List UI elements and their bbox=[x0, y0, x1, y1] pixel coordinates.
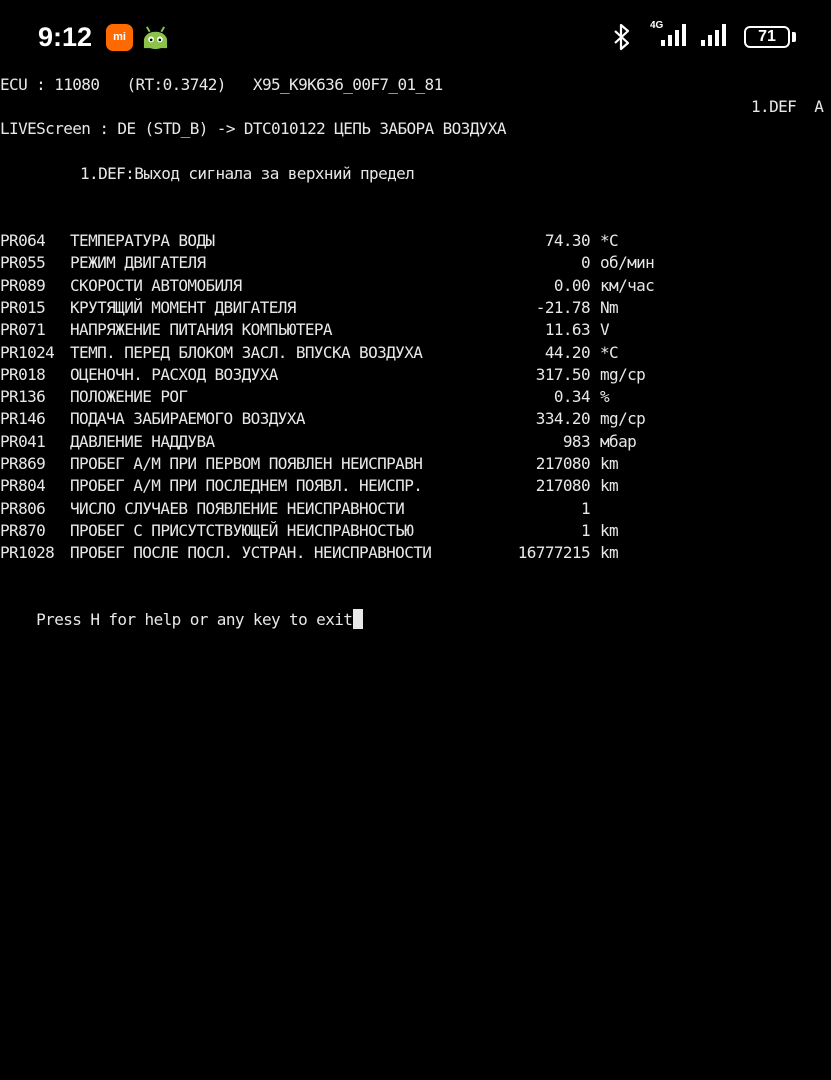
param-value: -21.78 bbox=[535, 297, 591, 317]
param-name: НАПРЯЖЕНИЕ ПИТАНИЯ КОМПЬЮТЕРА bbox=[70, 320, 333, 340]
param-row: PR1024 ТЕМП. ПЕРЕД БЛОКОМ ЗАСЛ. ВПУСКА ВО… bbox=[0, 342, 831, 364]
param-name: СКОРОСТИ АВТОМОБИЛЯ bbox=[70, 275, 242, 295]
param-row: PR136 ПОЛОЖЕНИЕ РОГ 0.34% bbox=[0, 386, 831, 408]
param-code: PR018 bbox=[0, 364, 46, 384]
def-description: 1.DEF:Выход сигнала за верхний предел bbox=[80, 164, 415, 183]
param-value: 334.20 bbox=[535, 409, 591, 429]
param-name: ЧИСЛО СЛУЧАЕВ ПОЯВЛЕНИЕ НЕИСПРАВНОСТИ bbox=[70, 498, 405, 518]
android-app-icon bbox=[143, 26, 168, 50]
param-code: PR055 bbox=[0, 253, 46, 273]
param-value: 0.34 bbox=[553, 387, 591, 407]
param-unit: mg/cp bbox=[600, 409, 646, 429]
param-code: PR071 bbox=[0, 320, 46, 340]
param-unit: Nm bbox=[600, 297, 619, 317]
param-value: 44.20 bbox=[544, 342, 591, 362]
param-name: РЕЖИМ ДВИГАТЕЛЯ bbox=[70, 253, 206, 273]
prompt-text: Press H for help or any key to exit bbox=[36, 610, 353, 629]
signal-strength-icon bbox=[661, 24, 686, 46]
param-code: PR804 bbox=[0, 476, 46, 496]
param-name: КРУТЯЩИЙ МОМЕНТ ДВИГАТЕЛЯ bbox=[70, 297, 296, 317]
param-name: ПОЛОЖЕНИЕ РОГ bbox=[70, 387, 188, 407]
param-row: PR869 ПРОБЕГ А/М ПРИ ПЕРВОМ ПОЯВЛЕН НЕИСП… bbox=[0, 453, 831, 475]
battery-level: 71 bbox=[758, 28, 776, 45]
param-value: 0.00 bbox=[553, 275, 591, 295]
param-value: 74.30 bbox=[544, 231, 591, 250]
param-unit: km bbox=[600, 476, 619, 496]
param-value: 317.50 bbox=[535, 364, 591, 384]
param-code: PR064 bbox=[0, 231, 46, 250]
param-code: PR015 bbox=[0, 297, 46, 317]
param-row: PR1028 ПРОБЕГ ПОСЛЕ ПОСЛ. УСТРАН. НЕИСПРА… bbox=[0, 542, 831, 564]
param-row: PR015 КРУТЯЩИЙ МОМЕНТ ДВИГАТЕЛЯ -21.78 Nm bbox=[0, 297, 831, 319]
param-code: PR869 bbox=[0, 454, 46, 473]
param-row: PR804 ПРОБЕГ А/М ПРИ ПОСЛЕДНЕМ ПОЯВЛ. НЕИ… bbox=[0, 475, 831, 497]
param-row: PR089 СКОРОСТИ АВТОМОБИЛЯ 0.00 км/час bbox=[0, 275, 831, 297]
param-name: ПРОБЕГ С ПРИСУТСТВУЮЩЕЙ НЕИСПРАВНОСТЬЮ bbox=[70, 520, 414, 540]
param-row: PR146 ПОДАЧА ЗАБИРАЕМОГО ВОЗДУХА 334.20 mg/… bbox=[0, 408, 831, 430]
mi-app-icon: mi bbox=[106, 24, 133, 51]
param-name: ПРОБЕГ ПОСЛЕ ПОСЛ. УСТРАН. НЕИСПРАВНОСТИ bbox=[70, 543, 432, 563]
param-row: PR071 НАПРЯЖЕНИЕ ПИТАНИЯ КОМПЬЮТЕРА 11.63 V bbox=[0, 319, 831, 341]
text-cursor bbox=[353, 609, 364, 629]
param-unit: V bbox=[600, 320, 610, 340]
param-row: PR806 ЧИСЛО СЛУЧАЕВ ПОЯВЛЕНИЕ НЕИСПРАВНОС… bbox=[0, 498, 831, 520]
param-row: PR870 ПРОБЕГ С ПРИСУТСТВУЮЩЕЙ НЕИСПРАВНОС… bbox=[0, 520, 831, 542]
screen-path: Screen : DE (STD_B) -> DTC010122 ЦЕПЬ ЗА… bbox=[36, 119, 506, 138]
param-value: 983 bbox=[562, 431, 591, 451]
param-value: 217080 bbox=[535, 454, 591, 473]
screen-right-status: 1.DEF A bbox=[751, 97, 824, 116]
param-row: PR041 ДАВЛЕНИЕ НАДДУВА 983 мбар bbox=[0, 431, 831, 453]
signal-strength-icon-2 bbox=[701, 24, 726, 46]
prompt-line[interactable]: Press H for help or any key to exit bbox=[0, 587, 364, 629]
mode-label: LIVE bbox=[0, 119, 37, 138]
screen-info-line: Screen : DE (STD_B) -> DTC010122 ЦЕПЬ ЗА… bbox=[0, 96, 831, 138]
param-value: 1 bbox=[580, 498, 591, 518]
param-value: 217080 bbox=[535, 476, 591, 496]
param-value: 16777215 bbox=[517, 543, 591, 563]
param-unit: % bbox=[600, 387, 610, 407]
param-row: PR018 ОЦЕНОЧН. РАСХОД ВОЗДУХА 317.50 mg/cp bbox=[0, 364, 831, 386]
param-value: 1 bbox=[580, 520, 591, 540]
param-unit: об/мин bbox=[600, 253, 655, 273]
status-bar: 9:12 mi 4G 71 bbox=[0, 0, 831, 76]
clock: 9:12 bbox=[38, 22, 93, 52]
param-unit: мбар bbox=[600, 431, 637, 451]
param-code: PR806 bbox=[0, 498, 46, 518]
param-name: ТЕМП. ПЕРЕД БЛОКОМ ЗАСЛ. ВПУСКА ВОЗДУХА bbox=[70, 342, 423, 362]
param-unit: km bbox=[600, 543, 619, 563]
battery-icon: 71 bbox=[744, 26, 790, 48]
param-name: ПРОБЕГ А/М ПРИ ПЕРВОМ ПОЯВЛЕН НЕИСПРАВН bbox=[70, 454, 423, 473]
param-unit: км/час bbox=[600, 275, 655, 295]
param-unit: km bbox=[600, 520, 619, 540]
param-name: ПРОБЕГ А/М ПРИ ПОСЛЕДНЕМ ПОЯВЛ. НЕИСПР. bbox=[70, 476, 423, 496]
param-code: PR089 bbox=[0, 275, 46, 295]
param-name: ТЕМПЕРАТУРА ВОДЫ bbox=[70, 231, 215, 250]
battery-tip bbox=[792, 32, 796, 42]
bluetooth-icon bbox=[614, 23, 630, 51]
param-code: PR146 bbox=[0, 409, 46, 429]
param-code: PR1024 bbox=[0, 342, 55, 362]
param-unit: km bbox=[600, 454, 619, 473]
param-value: 11.63 bbox=[544, 320, 591, 340]
mi-icon-label: mi bbox=[113, 31, 126, 43]
param-unit: mg/cp bbox=[600, 364, 646, 384]
param-unit: *C bbox=[600, 231, 619, 250]
param-code: PR1028 bbox=[0, 543, 55, 563]
param-name: ПОДАЧА ЗАБИРАЕМОГО ВОЗДУХА bbox=[70, 409, 305, 429]
param-code: PR041 bbox=[0, 431, 46, 451]
param-code: PR870 bbox=[0, 520, 46, 540]
param-value: 0 bbox=[580, 253, 591, 273]
param-name: ОЦЕНОЧН. РАСХОД ВОЗДУХА bbox=[70, 364, 278, 384]
param-row: PR064 ТЕМПЕРАТУРА ВОДЫ 74.30 *C bbox=[0, 230, 831, 252]
ecu-info-line: ECU : 11080 (RT:0.3742) X95_K9K636_00F7_… bbox=[0, 75, 443, 94]
param-unit: *C bbox=[600, 342, 619, 362]
param-code: PR136 bbox=[0, 387, 46, 407]
param-row: PR055 РЕЖИМ ДВИГАТЕЛЯ 0 об/мин bbox=[0, 252, 831, 274]
param-name: ДАВЛЕНИЕ НАДДУВА bbox=[70, 431, 215, 451]
